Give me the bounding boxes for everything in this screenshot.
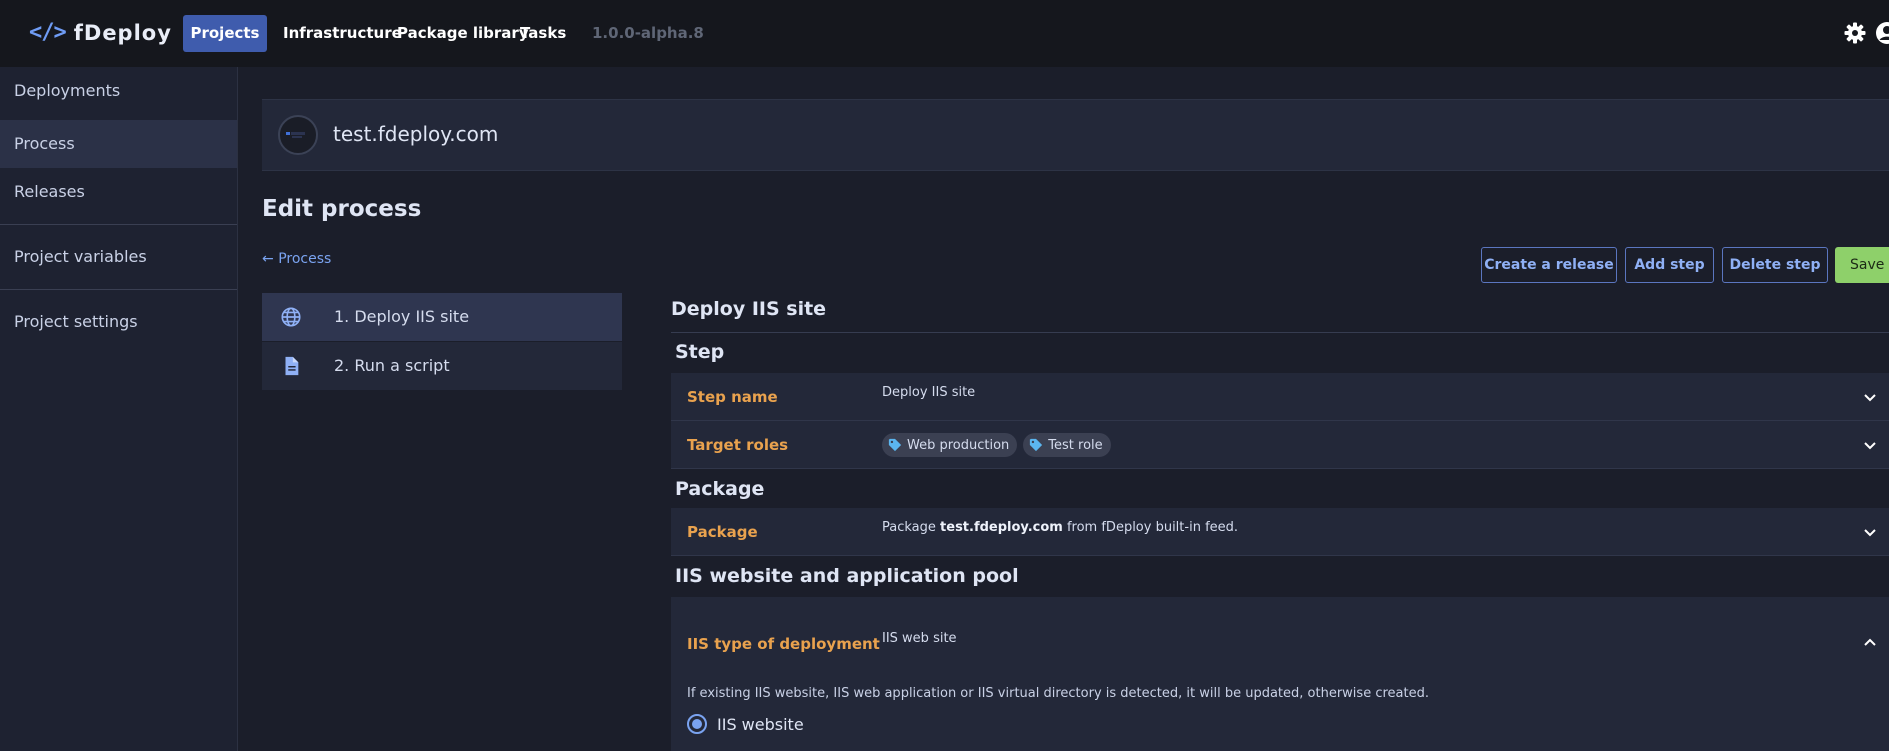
chevron-down-icon[interactable] — [1862, 437, 1878, 453]
project-logo-icon — [286, 132, 305, 138]
chevron-down-icon[interactable] — [1862, 524, 1878, 540]
app-name: fDeploy — [73, 20, 172, 45]
step-item-deploy-iis-site[interactable]: 1. Deploy IIS site — [262, 293, 622, 341]
top-bar: </> fDeploy Projects Infrastructure Pack… — [0, 0, 1889, 67]
arrow-left-icon: ← — [262, 251, 274, 267]
chevron-down-icon[interactable] — [1862, 389, 1878, 405]
document-icon — [285, 356, 299, 376]
page-title: Edit process — [262, 196, 422, 222]
sidebar-item-project-settings[interactable]: Project settings — [0, 298, 237, 346]
project-sidebar: Deployments Process Releases Project var… — [0, 67, 238, 751]
tag-icon — [888, 438, 902, 452]
step-label: 1. Deploy IIS site — [334, 307, 470, 326]
save-button[interactable]: Save — [1835, 247, 1889, 283]
section-title-step: Step — [675, 341, 725, 363]
role-tag: Web production — [882, 433, 1018, 457]
step-name-label: Step name — [687, 388, 778, 406]
role-tag-label: Web production — [907, 437, 1010, 453]
role-tag: Test role — [1023, 433, 1111, 457]
project-name: test.fdeploy.com — [333, 122, 499, 146]
iis-website-radio-option[interactable]: IIS website — [687, 714, 804, 734]
package-suffix: from fDeploy built-in feed. — [1066, 520, 1239, 535]
target-roles-tags: Web production Test role — [882, 433, 1117, 457]
nav-tasks[interactable]: Tasks — [520, 15, 566, 52]
sidebar-divider — [0, 289, 237, 290]
step-label: 2. Run a script — [334, 356, 450, 375]
sidebar-item-project-variables[interactable]: Project variables — [0, 233, 237, 281]
radio-label: IIS website — [717, 714, 804, 734]
package-name: test.fdeploy.com — [940, 520, 1063, 535]
divider — [671, 332, 1889, 333]
add-step-button[interactable]: Add step — [1625, 247, 1714, 283]
iis-type-row: IIS type of deployment IIS web site — [671, 597, 1889, 751]
section-title-package: Package — [675, 478, 765, 500]
nav-projects[interactable]: Projects — [183, 15, 267, 52]
package-value: Package test.fdeploy.com from fDeploy bu… — [882, 520, 1238, 535]
nav-package-library[interactable]: Package library — [397, 15, 529, 52]
section-title-iis: IIS website and application pool — [675, 565, 1019, 587]
project-logo — [278, 115, 318, 155]
step-item-run-a-script[interactable]: 2. Run a script — [262, 342, 622, 390]
sidebar-item-process[interactable]: Process — [0, 120, 237, 168]
back-link-label: Process — [278, 251, 332, 267]
package-row[interactable]: Package Package test.fdeploy.com from fD… — [671, 508, 1889, 556]
code-icon: </> — [29, 20, 67, 45]
user-icon[interactable] — [1875, 21, 1889, 45]
gear-icon[interactable] — [1843, 21, 1867, 45]
target-roles-row[interactable]: Target roles Web production Test role — [671, 421, 1889, 469]
package-label: Package — [687, 523, 758, 541]
target-roles-label: Target roles — [687, 436, 789, 454]
step-detail-title: Deploy IIS site — [671, 298, 827, 320]
tag-icon — [1030, 438, 1043, 452]
version-label: 1.0.0-alpha.8 — [592, 24, 704, 42]
iis-type-label: IIS type of deployment — [687, 635, 880, 653]
step-name-row[interactable]: Step name Deploy IIS site — [671, 373, 1889, 421]
nav-infrastructure[interactable]: Infrastructure — [283, 15, 402, 52]
iis-type-value: IIS web site — [882, 631, 957, 646]
delete-step-button[interactable]: Delete step — [1722, 247, 1828, 283]
radio-selected-dot — [692, 719, 702, 729]
sidebar-item-releases[interactable]: Releases — [0, 168, 237, 216]
radio-button[interactable] — [687, 714, 707, 734]
create-release-button[interactable]: Create a release — [1481, 247, 1617, 283]
sidebar-item-deployments[interactable]: Deployments — [0, 67, 237, 115]
app-logo[interactable]: </> fDeploy — [29, 20, 172, 45]
iis-type-help-text: If existing IIS website, IIS web applica… — [687, 686, 1429, 701]
back-link[interactable]: ← Process — [262, 251, 331, 267]
step-name-value: Deploy IIS site — [882, 385, 976, 400]
globe-icon — [281, 307, 301, 327]
role-tag-label: Test role — [1048, 437, 1103, 453]
chevron-up-icon[interactable] — [1862, 635, 1878, 651]
sidebar-divider — [0, 224, 237, 225]
project-header: test.fdeploy.com — [262, 99, 1889, 171]
package-prefix: Package — [882, 520, 936, 535]
